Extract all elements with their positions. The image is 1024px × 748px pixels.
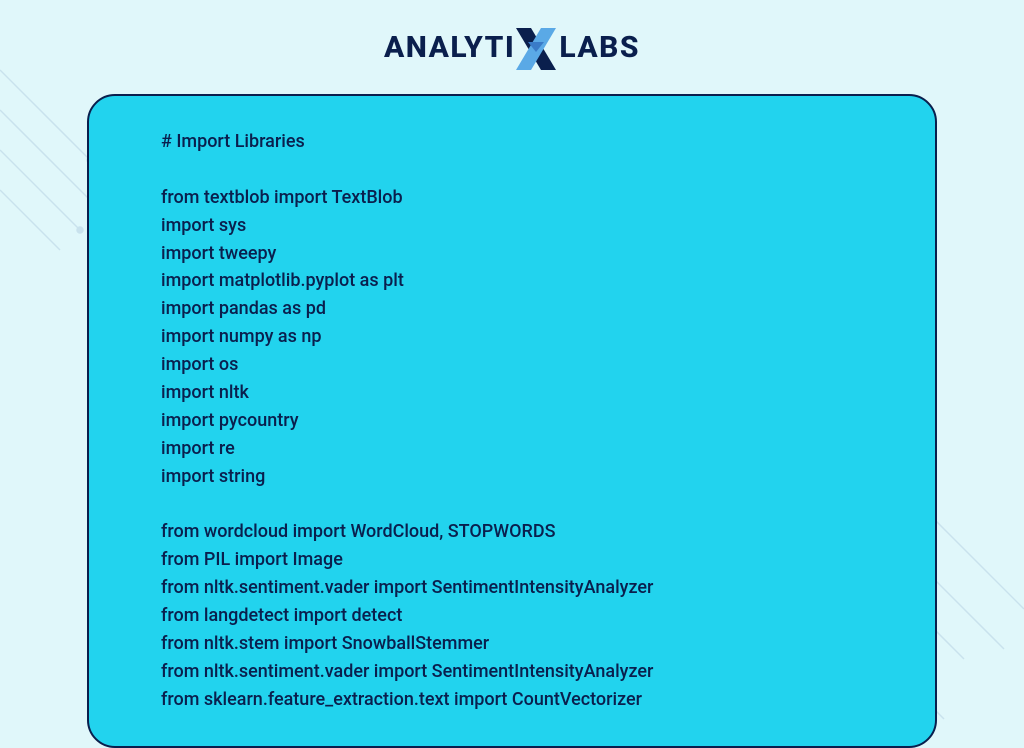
- logo-text-right: LABS: [559, 30, 640, 65]
- logo: ANALYTI LABS: [384, 24, 640, 70]
- logo-x-icon: [516, 28, 556, 74]
- code-card: # Import Libraries from textblob import …: [87, 94, 937, 748]
- logo-text-left: ANALYTI: [384, 30, 515, 65]
- code-body: from textblob import TextBlob import sys…: [161, 187, 653, 710]
- code-block: # Import Libraries from textblob import …: [161, 128, 887, 714]
- code-comment: # Import Libraries: [161, 131, 305, 152]
